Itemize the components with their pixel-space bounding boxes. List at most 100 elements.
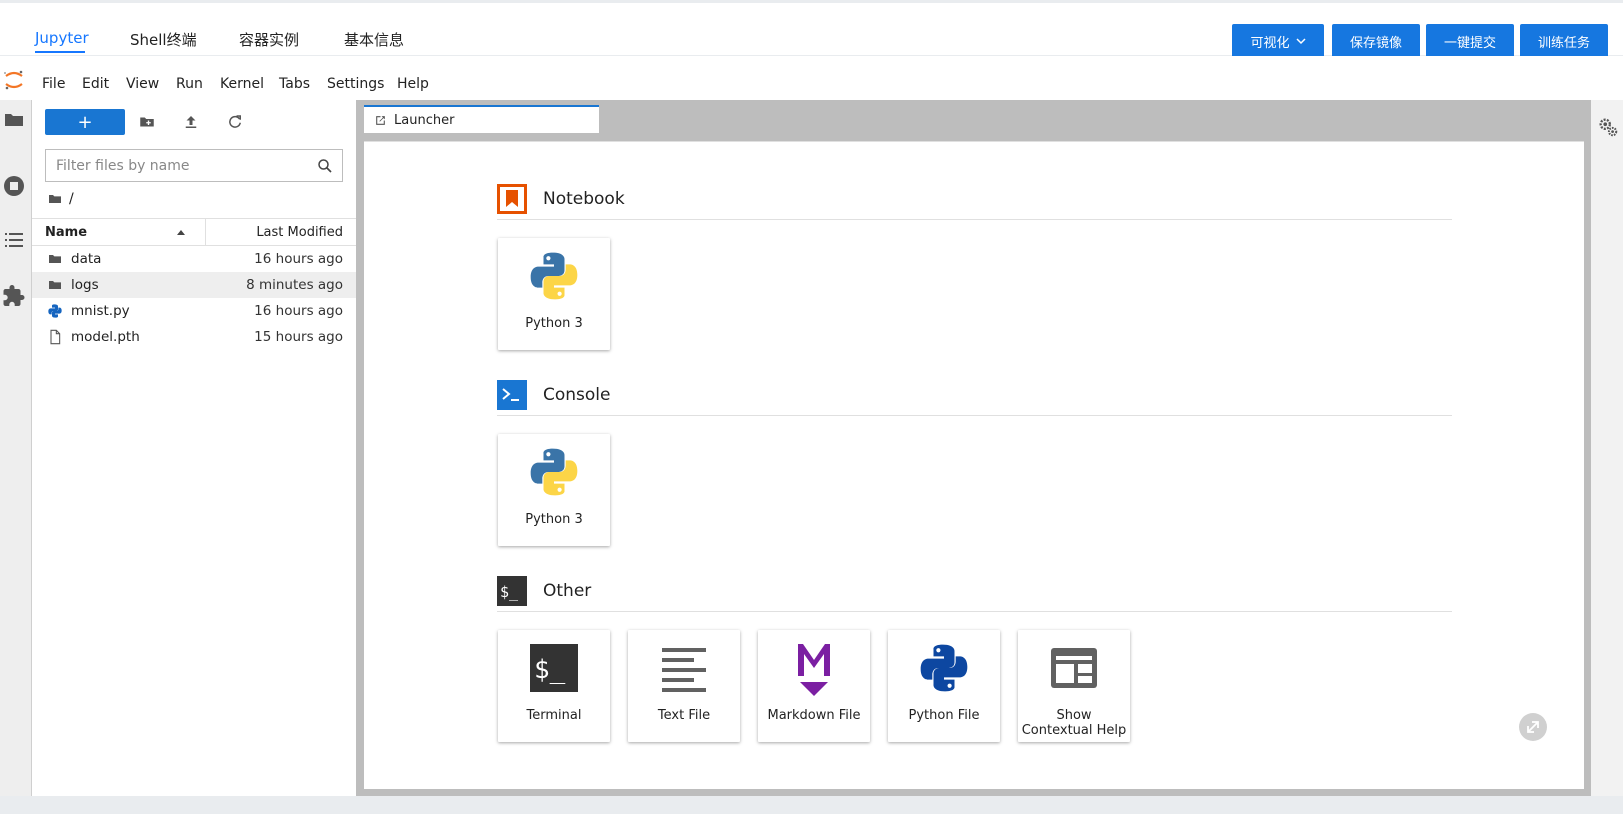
other-section-title: $_ Other	[497, 576, 591, 606]
file-browser: + / Name Last Modified data 16 hours ago…	[32, 100, 356, 796]
tab-basic-info[interactable]: 基本信息	[344, 29, 404, 50]
svg-text:$_: $_	[500, 583, 519, 601]
card-label: Python File	[908, 708, 980, 723]
card-label: Markdown File	[767, 708, 861, 723]
new-folder-icon[interactable]	[138, 113, 156, 131]
main-dock-area: Launcher Notebook Python 3 Console Pytho…	[356, 100, 1591, 796]
menu-bar: File Edit View Run Kernel Tabs Settings …	[0, 56, 1623, 100]
search-icon	[318, 159, 332, 173]
menu-help[interactable]: Help	[397, 76, 429, 92]
save-image-button[interactable]: 保存镜像	[1332, 24, 1420, 58]
file-row[interactable]: logs 8 minutes ago	[32, 272, 356, 298]
notebook-icon	[497, 184, 527, 214]
top-navigation: Jupyter Shell终端 容器实例 基本信息 可视化 保存镜像 一键提交 …	[0, 3, 1623, 58]
folder-icon[interactable]	[47, 191, 63, 207]
property-inspector-gear-icon[interactable]	[1597, 116, 1619, 138]
console-section-title: Console	[497, 380, 611, 410]
python-file-card[interactable]: Python File	[888, 630, 1000, 742]
folder-icon	[49, 255, 61, 263]
new-launcher-button[interactable]: +	[45, 109, 125, 135]
bottom-margin	[0, 796, 1623, 814]
console-section-label: Console	[543, 385, 611, 405]
launcher-icon	[376, 115, 385, 125]
section-divider	[497, 611, 1452, 612]
python-file-icon	[48, 304, 62, 318]
text-file-card[interactable]: Text File	[628, 630, 740, 742]
chevron-down-icon	[1295, 38, 1306, 45]
modified-column-header[interactable]: Last Modified	[256, 225, 343, 240]
launcher-top-border	[364, 141, 1584, 142]
expand-button[interactable]	[1519, 713, 1547, 741]
upload-icon[interactable]	[182, 113, 200, 131]
tab-jupyter[interactable]: Jupyter	[35, 29, 89, 47]
console-icon	[497, 380, 527, 410]
card-label: Show Contextual Help	[1021, 708, 1127, 738]
launcher-panel: Notebook Python 3 Console Python 3 $_ Ot…	[364, 141, 1584, 789]
contextual-help-icon	[1051, 648, 1097, 688]
notebook-section-title: Notebook	[497, 184, 625, 214]
contextual-help-card[interactable]: Show Contextual Help	[1018, 630, 1130, 742]
training-task-button[interactable]: 训练任务	[1520, 24, 1608, 58]
file-name: data	[71, 251, 102, 267]
folder-icon	[49, 281, 61, 289]
file-name: model.pth	[71, 329, 140, 345]
terminal-card[interactable]: $_ Terminal	[498, 630, 610, 742]
file-icon	[50, 329, 61, 345]
document-tab-bar: Launcher	[364, 105, 1591, 138]
one-click-submit-button[interactable]: 一键提交	[1426, 24, 1514, 58]
text-file-icon	[662, 648, 706, 692]
folder-icon[interactable]	[2, 108, 26, 132]
visualize-button-label: 可视化	[1250, 35, 1290, 51]
active-tab-underline	[35, 51, 85, 53]
breadcrumb-root[interactable]: /	[69, 191, 74, 207]
markdown-file-card[interactable]: Markdown File	[758, 630, 870, 742]
tab-shell[interactable]: Shell终端	[130, 29, 197, 50]
section-divider	[497, 219, 1452, 220]
visualize-button[interactable]: 可视化	[1232, 24, 1324, 58]
expand-icon	[1527, 721, 1539, 733]
menu-run[interactable]: Run	[176, 76, 203, 92]
refresh-icon[interactable]	[226, 113, 244, 131]
menu-file[interactable]: File	[42, 76, 65, 92]
tab-launcher-label: Launcher	[394, 112, 455, 128]
file-modified: 8 minutes ago	[246, 277, 343, 293]
left-activity-bar	[0, 100, 32, 796]
file-modified: 16 hours ago	[254, 251, 343, 267]
tab-container-instance[interactable]: 容器实例	[239, 29, 299, 50]
file-list-header: Name Last Modified	[32, 218, 356, 246]
terminal-icon: $_	[497, 576, 527, 606]
markdown-icon	[798, 644, 830, 696]
notebook-python3-card[interactable]: Python 3	[498, 238, 610, 350]
file-modified: 16 hours ago	[254, 303, 343, 319]
card-label: Python 3	[525, 512, 583, 527]
file-row[interactable]: data 16 hours ago	[32, 246, 356, 272]
notebook-section-label: Notebook	[543, 189, 625, 209]
section-divider	[497, 415, 1452, 416]
jupyter-logo-icon	[4, 70, 23, 90]
file-row[interactable]: mnist.py 16 hours ago	[32, 298, 356, 324]
terminal-icon: $_	[530, 644, 578, 692]
menu-settings[interactable]: Settings	[327, 76, 384, 92]
menu-kernel[interactable]: Kernel	[220, 76, 264, 92]
column-separator	[205, 219, 206, 245]
toc-icon[interactable]	[2, 228, 26, 252]
file-row[interactable]: model.pth 15 hours ago	[32, 324, 356, 350]
menu-view[interactable]: View	[126, 76, 159, 92]
breadcrumb: /	[47, 191, 74, 207]
card-label: Text File	[657, 708, 711, 723]
menu-edit[interactable]: Edit	[82, 76, 109, 92]
python-logo-icon	[530, 448, 578, 496]
tab-launcher[interactable]: Launcher	[364, 105, 599, 133]
filter-files-box	[45, 149, 343, 182]
filter-files-input[interactable]	[46, 150, 296, 181]
python-logo-icon	[530, 252, 578, 300]
file-name: mnist.py	[71, 303, 130, 319]
extension-icon[interactable]	[2, 284, 26, 308]
menu-tabs[interactable]: Tabs	[279, 76, 310, 92]
console-python3-card[interactable]: Python 3	[498, 434, 610, 546]
python-file-icon	[920, 644, 968, 692]
running-icon[interactable]	[2, 174, 26, 198]
svg-text:$_: $_	[534, 655, 566, 685]
file-name: logs	[71, 277, 99, 293]
name-column-header[interactable]: Name	[45, 225, 87, 240]
